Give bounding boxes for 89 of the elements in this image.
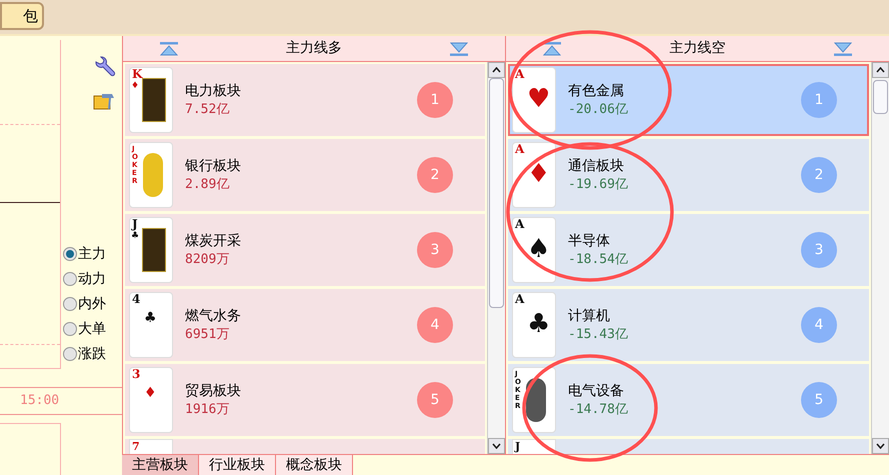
scroll-down-button[interactable] <box>872 438 889 454</box>
scroll-thumb[interactable] <box>489 78 504 308</box>
sector-row[interactable]: K ♦ 电力板块 7.52亿 1 <box>125 64 485 136</box>
card-rank: K <box>132 68 142 81</box>
net-flow-amount: -18.54亿 <box>568 251 629 269</box>
rank-badge: 1 <box>801 82 837 118</box>
face-card-picture <box>142 228 166 272</box>
card-suit: ♣ <box>144 311 157 325</box>
collapse-up-icon[interactable] <box>542 42 562 56</box>
face-card-picture <box>142 78 166 122</box>
net-flow-amount: 2.89亿 <box>185 176 230 194</box>
net-flow-amount: 7.52亿 <box>185 101 230 119</box>
sector-name: 半导体 <box>568 232 611 251</box>
sector-name: 通信板块 <box>568 157 625 176</box>
sector-name: 煤炭开采 <box>185 232 242 251</box>
card-suit: ♣ <box>131 232 140 241</box>
scrollbar[interactable] <box>487 62 505 454</box>
sector-row[interactable]: A ♣ 计算机 -15.43亿 4 <box>508 289 869 361</box>
sector-row[interactable]: 7 <box>125 439 485 454</box>
scroll-up-button[interactable] <box>872 62 889 78</box>
caret-down-icon <box>876 443 885 449</box>
sector-row[interactable]: A ♦ 通信板块 -19.69亿 2 <box>508 139 869 211</box>
card-suit: ♥ <box>527 86 550 112</box>
net-flow-amount: -14.78亿 <box>568 401 629 419</box>
collapse-up-icon[interactable] <box>159 42 179 56</box>
sector-row[interactable]: 3 ♦ 贸易板块 1916万 5 <box>125 364 485 436</box>
scroll-down-button[interactable] <box>488 438 505 454</box>
rank-badge: 5 <box>417 382 453 418</box>
chart-area <box>0 423 61 475</box>
net-flow-amount: -15.43亿 <box>568 326 629 344</box>
card-rank: J <box>515 440 520 453</box>
mode-radio[interactable]: 主力 <box>63 245 122 263</box>
sector-name: 银行板块 <box>185 157 242 176</box>
card-rank: J <box>132 218 138 231</box>
sector-row[interactable]: J ♣ 煤炭开采 8209万 3 <box>125 214 485 286</box>
card-rank: A <box>515 293 524 306</box>
card-rank: A <box>515 218 524 231</box>
rank-badge: 4 <box>417 307 453 343</box>
sector-name: 贸易板块 <box>185 382 242 401</box>
card-rank: A <box>515 68 524 81</box>
rank-badge: 4 <box>801 307 837 343</box>
mode-radio[interactable]: 动力 <box>63 270 122 288</box>
sector-name: 计算机 <box>568 307 611 326</box>
card-suit: ♠ <box>527 236 550 262</box>
card-suit: ♣ <box>527 311 550 337</box>
sector-row[interactable]: A ♠ 半导体 -18.54亿 3 <box>508 214 869 286</box>
bottom-tab[interactable]: 主营板块 <box>122 455 199 475</box>
sector-name: 电力板块 <box>185 82 242 101</box>
card-rank: 4 <box>132 293 140 306</box>
caret-up-icon <box>492 67 501 73</box>
sector-name: 有色金属 <box>568 82 625 101</box>
card-suit: ♦ <box>131 82 140 91</box>
card-suit: ♦ <box>144 386 157 400</box>
net-flow-amount: -19.69亿 <box>568 176 629 194</box>
panel-title: 主力线多 <box>286 39 342 58</box>
rank-badge: 3 <box>801 232 837 268</box>
panel-title: 主力线空 <box>670 39 726 58</box>
collapse-down-icon[interactable] <box>833 42 853 56</box>
net-flow-amount: -20.06亿 <box>568 101 629 119</box>
scrollbar[interactable] <box>871 62 889 454</box>
top-tab[interactable]: 包 <box>0 2 44 30</box>
bottom-tab[interactable]: 概念板块 <box>276 455 353 475</box>
sector-name: 燃气水务 <box>185 307 242 326</box>
mode-radio[interactable]: 大单 <box>63 320 122 338</box>
rank-badge: 3 <box>417 232 453 268</box>
sector-name: 电气设备 <box>568 382 625 401</box>
collapse-down-icon[interactable] <box>449 42 469 56</box>
bottom-tab[interactable]: 行业板块 <box>199 455 276 475</box>
net-flow-amount: 6951万 <box>185 326 230 344</box>
rank-badge: 2 <box>801 157 837 193</box>
time-axis-label: 15:00 <box>20 392 60 410</box>
mode-radio[interactable]: 内外 <box>63 295 122 313</box>
rank-badge: 5 <box>801 382 837 418</box>
sector-row[interactable]: A ♥ 有色金属 -20.06亿 1 <box>508 64 869 136</box>
card-rank: 3 <box>132 368 140 381</box>
scroll-up-button[interactable] <box>488 62 505 78</box>
scroll-thumb[interactable] <box>873 80 888 114</box>
card-rank: 7 <box>132 440 140 453</box>
sector-row[interactable]: 4 ♣ 燃气水务 6951万 4 <box>125 289 485 361</box>
card-rank: A <box>515 143 524 156</box>
rank-badge: 1 <box>417 82 453 118</box>
net-flow-amount: 8209万 <box>185 251 230 269</box>
net-flow-amount: 1916万 <box>185 401 230 419</box>
caret-down-icon <box>492 443 501 449</box>
rank-badge: 2 <box>417 157 453 193</box>
mode-radio[interactable]: 涨跌 <box>63 345 122 363</box>
card-suit: ♦ <box>527 161 550 187</box>
sector-row[interactable]: J <box>508 439 869 454</box>
caret-up-icon <box>876 67 885 73</box>
